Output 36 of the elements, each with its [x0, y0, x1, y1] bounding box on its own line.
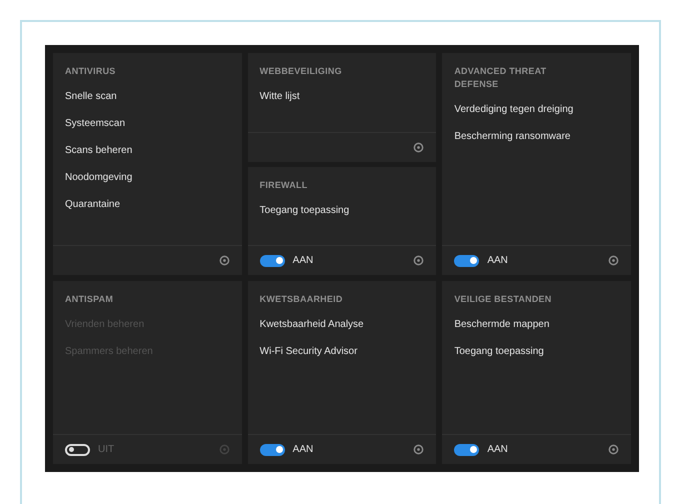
- feature-link[interactable]: Snelle scan: [65, 90, 230, 104]
- toggle-switch[interactable]: [260, 254, 285, 266]
- toggle-switch[interactable]: [65, 444, 90, 456]
- card-title: VEILIGE BESTANDEN: [454, 293, 552, 306]
- toggle-label: AAN: [487, 254, 508, 268]
- toggle-label: UIT: [98, 443, 114, 457]
- feature-link[interactable]: Wi-Fi Security Advisor: [260, 345, 424, 359]
- feature-link[interactable]: Systeemscan: [65, 117, 230, 131]
- toggle-switch[interactable]: [454, 444, 480, 456]
- toggle-switch[interactable]: [454, 254, 480, 266]
- toggle-switch[interactable]: [260, 444, 285, 456]
- settings-icon[interactable]: [608, 444, 619, 455]
- card-title: ADVANCED THREAT DEFENSE: [454, 65, 548, 91]
- settings-icon[interactable]: [413, 255, 424, 266]
- feature-link[interactable]: Beschermde mappen: [454, 318, 619, 332]
- card-title: FIREWALL: [260, 178, 308, 192]
- feature-link[interactable]: Quarantaine: [65, 198, 230, 212]
- toggle-label: AAN: [292, 254, 314, 268]
- feature-link[interactable]: Kwetsbaarheid Analyse: [260, 318, 424, 332]
- settings-icon[interactable]: [218, 255, 230, 266]
- settings-icon[interactable]: [413, 444, 424, 455]
- settings-icon[interactable]: [413, 142, 424, 152]
- feature-link[interactable]: Scans beheren: [65, 144, 230, 158]
- toggle-label: AAN: [292, 443, 314, 457]
- settings-icon[interactable]: [608, 255, 619, 266]
- feature-link[interactable]: Toegang toepassing: [260, 204, 424, 218]
- card-title: ANTISPAM: [65, 293, 114, 306]
- card-title: WEBBEVEILIGING: [260, 65, 343, 78]
- feature-link[interactable]: Toegang toepassing: [454, 345, 619, 359]
- card-title: KWETSBAARHEID: [260, 293, 344, 306]
- card-title: ANTIVIRUS: [65, 65, 117, 78]
- feature-link[interactable]: Noodomgeving: [65, 171, 230, 185]
- toggle-label: AAN: [487, 443, 508, 457]
- feature-link[interactable]: Witte lijst: [260, 90, 424, 104]
- feature-link[interactable]: Bescherming ransomware: [454, 130, 619, 144]
- feature-link[interactable]: Verdediging tegen dreiging: [454, 103, 619, 117]
